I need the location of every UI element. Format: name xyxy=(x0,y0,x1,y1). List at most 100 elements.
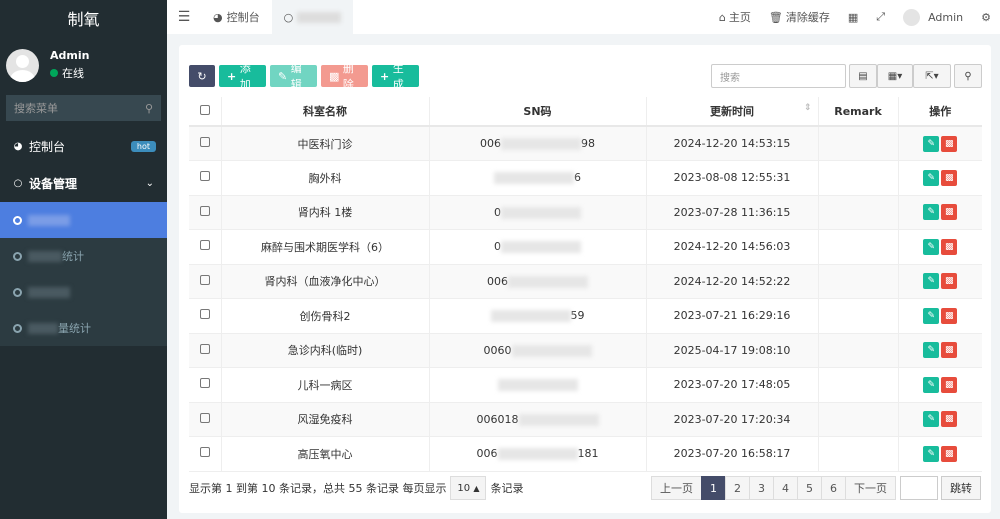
prev-page-button[interactable]: 上一页 xyxy=(651,476,702,500)
row-edit-button[interactable]: ✎ xyxy=(923,445,940,462)
menu-search-input[interactable]: 搜索菜单 ⚲ xyxy=(6,95,161,121)
row-edit-button[interactable]: ✎ xyxy=(923,169,940,186)
clear-cache-button[interactable]: 🗑 清除缓存 xyxy=(760,9,839,25)
fullscreen-icon[interactable]: ⤢ xyxy=(867,10,894,24)
row-checkbox[interactable] xyxy=(199,309,210,320)
table-row[interactable]: 风湿免疫科 006018 2023-07-20 17:20:34 ✎ ▩ xyxy=(189,402,982,437)
table-row[interactable]: 创伤骨科2 59 2023-07-21 16:29:16 ✎ ▩ xyxy=(189,298,982,334)
table-row[interactable]: 麻醉与围术期医学科（6） 0 2024-12-20 14:56:03 ✎ ▩ xyxy=(189,229,982,265)
table-row[interactable]: 急诊内科(临时) 0060 2025-04-17 19:08:10 ✎ ▩ xyxy=(189,333,982,368)
row-select-cell[interactable] xyxy=(189,298,222,334)
row-delete-button[interactable]: ▩ xyxy=(941,273,958,290)
page-button[interactable]: 2 xyxy=(725,476,750,500)
row-edit-button[interactable]: ✎ xyxy=(923,307,940,324)
tab-current[interactable]: ○ xyxy=(271,0,354,34)
row-delete-button[interactable]: ▩ xyxy=(941,342,958,359)
row-checkbox[interactable] xyxy=(199,205,210,216)
row-checkbox[interactable] xyxy=(199,240,210,251)
user-menu[interactable]: Admin xyxy=(894,8,972,26)
refresh-button[interactable]: ↻ xyxy=(189,65,215,87)
brand-logo[interactable]: 制氧 xyxy=(0,0,167,35)
chevron-down-icon: ⌄ xyxy=(145,178,154,189)
table-search-input[interactable]: 搜索 xyxy=(711,64,846,88)
row-checkbox[interactable] xyxy=(199,137,210,147)
row-select-cell[interactable] xyxy=(189,367,222,403)
column-header[interactable]: Remark xyxy=(818,97,899,127)
sidebar-subitem[interactable]: 统计 xyxy=(0,238,167,274)
row-delete-button[interactable]: ▩ xyxy=(941,411,958,428)
row-edit-button[interactable]: ✎ xyxy=(923,273,940,290)
add-button[interactable]: + 添加 xyxy=(219,62,266,91)
column-header[interactable]: SN码 xyxy=(429,97,647,127)
row-delete-button[interactable]: ▩ xyxy=(941,169,958,186)
pagination: 上一页 1 2 3 4 5 6 下一页 跳转 xyxy=(651,476,981,500)
row-select-cell[interactable] xyxy=(189,333,222,368)
row-delete-button[interactable]: ▩ xyxy=(941,376,958,393)
sidebar-group-device[interactable]: ○ 设备管理 ⌄ xyxy=(0,165,167,202)
select-all-checkbox[interactable] xyxy=(199,104,210,115)
blurred-sn xyxy=(497,448,578,461)
generate-button[interactable]: + 生成 xyxy=(372,62,419,91)
row-select-cell[interactable] xyxy=(189,160,222,196)
row-delete-button[interactable]: ▩ xyxy=(941,204,958,221)
row-checkbox[interactable] xyxy=(199,412,210,423)
row-delete-button[interactable]: ▩ xyxy=(941,238,958,255)
export-button[interactable]: ⇱▾ xyxy=(913,64,951,88)
table-row[interactable]: 胸外科 6 2023-08-08 12:55:31 ✎ ▩ xyxy=(189,160,982,196)
jump-button[interactable]: 跳转 xyxy=(941,476,981,500)
sidebar-item-dashboard[interactable]: ◕ 控制台 hot xyxy=(0,128,167,165)
sidebar-subitem[interactable] xyxy=(0,274,167,310)
sort-icon[interactable]: ⇕ xyxy=(804,103,812,113)
row-select-cell[interactable] xyxy=(189,126,222,161)
row-edit-button[interactable]: ✎ xyxy=(923,376,940,393)
toggle-view-button[interactable]: ▤ xyxy=(849,64,877,88)
page-button[interactable]: 6 xyxy=(821,476,846,500)
row-select-cell[interactable] xyxy=(189,229,222,265)
row-edit-button[interactable]: ✎ xyxy=(923,204,940,221)
row-select-cell[interactable] xyxy=(189,402,222,437)
row-checkbox[interactable] xyxy=(199,274,210,285)
advanced-search-button[interactable]: ⚲ xyxy=(954,64,982,88)
home-link[interactable]: ⌂ 主页 xyxy=(710,9,760,25)
settings-icon[interactable]: ⚙ xyxy=(972,11,1000,24)
page-button[interactable]: 3 xyxy=(749,476,774,500)
row-delete-button[interactable]: ▩ xyxy=(941,307,958,324)
columns-button[interactable]: ▦▾ xyxy=(877,64,913,88)
translate-icon[interactable]: ▦ xyxy=(839,11,867,24)
row-checkbox[interactable] xyxy=(199,447,210,458)
column-header[interactable]: 科室名称 xyxy=(221,97,430,127)
delete-button[interactable]: ▩ 删除 xyxy=(321,62,368,91)
jump-page-input[interactable] xyxy=(900,476,938,500)
table-row[interactable]: 肾内科（血液净化中心） 006 2024-12-20 14:52:22 ✎ ▩ xyxy=(189,264,982,299)
sidebar-subitem[interactable] xyxy=(0,202,167,238)
table-row[interactable]: 中医科门诊 006 98 2024-12-20 14:53:15 ✎ ▩ xyxy=(189,126,982,161)
table-row[interactable]: 儿科一病区 2023-07-20 17:48:05 ✎ ▩ xyxy=(189,367,982,403)
row-select-cell[interactable] xyxy=(189,436,222,472)
table-row[interactable]: 高压氧中心 006 181 2023-07-20 16:58:17 ✎ ▩ xyxy=(189,436,982,472)
row-checkbox[interactable] xyxy=(199,171,210,182)
search-icon[interactable]: ⚲ xyxy=(145,102,153,115)
row-select-cell[interactable] xyxy=(189,264,222,299)
page-button[interactable]: 1 xyxy=(701,476,726,500)
edit-button[interactable]: ✎ 编辑 xyxy=(270,62,317,91)
next-page-button[interactable]: 下一页 xyxy=(845,476,896,500)
row-edit-button[interactable]: ✎ xyxy=(923,411,940,428)
select-all-cell[interactable] xyxy=(189,97,222,127)
sn-cell: 006 xyxy=(429,264,647,299)
table-row[interactable]: 肾内科 1楼 0 2023-07-28 11:36:15 ✎ ▩ xyxy=(189,195,982,230)
row-delete-button[interactable]: ▩ xyxy=(941,445,958,462)
row-delete-button[interactable]: ▩ xyxy=(941,135,958,152)
menu-toggle-icon[interactable]: ☰ xyxy=(167,9,201,25)
column-header[interactable]: 更新时间 ⇕ xyxy=(646,97,819,127)
row-checkbox[interactable] xyxy=(199,378,210,389)
row-checkbox[interactable] xyxy=(199,343,210,354)
tab-dashboard[interactable]: ◕ 控制台 xyxy=(201,0,272,34)
row-edit-button[interactable]: ✎ xyxy=(923,135,940,152)
row-select-cell[interactable] xyxy=(189,195,222,230)
sidebar-subitem[interactable]: 量统计 xyxy=(0,310,167,346)
row-edit-button[interactable]: ✎ xyxy=(923,342,940,359)
page-size-select[interactable]: 10 ▲ xyxy=(450,476,487,500)
page-button[interactable]: 5 xyxy=(797,476,822,500)
row-edit-button[interactable]: ✎ xyxy=(923,238,940,255)
page-button[interactable]: 4 xyxy=(773,476,798,500)
